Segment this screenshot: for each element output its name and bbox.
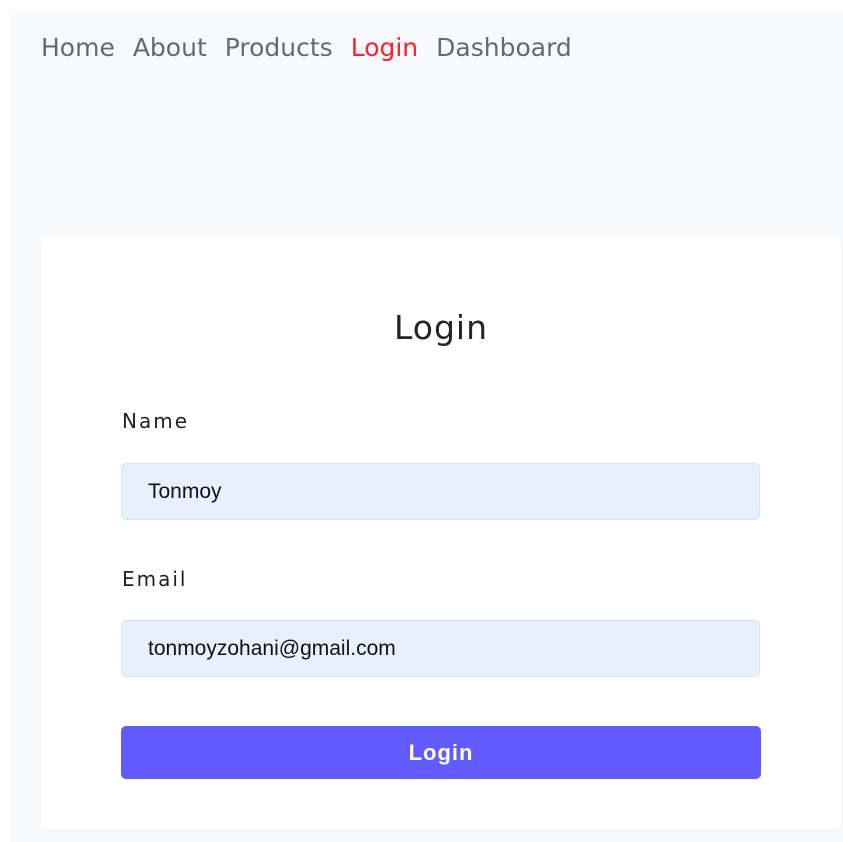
login-button[interactable]: Login: [121, 726, 761, 779]
nav-item-about[interactable]: About: [133, 31, 207, 65]
nav-item-products[interactable]: Products: [225, 31, 333, 65]
name-input[interactable]: [121, 463, 760, 520]
name-label: Name: [122, 409, 190, 433]
nav-item-home[interactable]: Home: [41, 31, 115, 65]
top-navigation: Home About Products Login Dashboard: [41, 31, 590, 65]
nav-item-login[interactable]: Login: [351, 31, 418, 65]
email-input[interactable]: [121, 620, 760, 677]
login-title: Login: [393, 308, 489, 347]
nav-item-dashboard[interactable]: Dashboard: [436, 31, 572, 65]
email-label: Email: [122, 567, 188, 591]
